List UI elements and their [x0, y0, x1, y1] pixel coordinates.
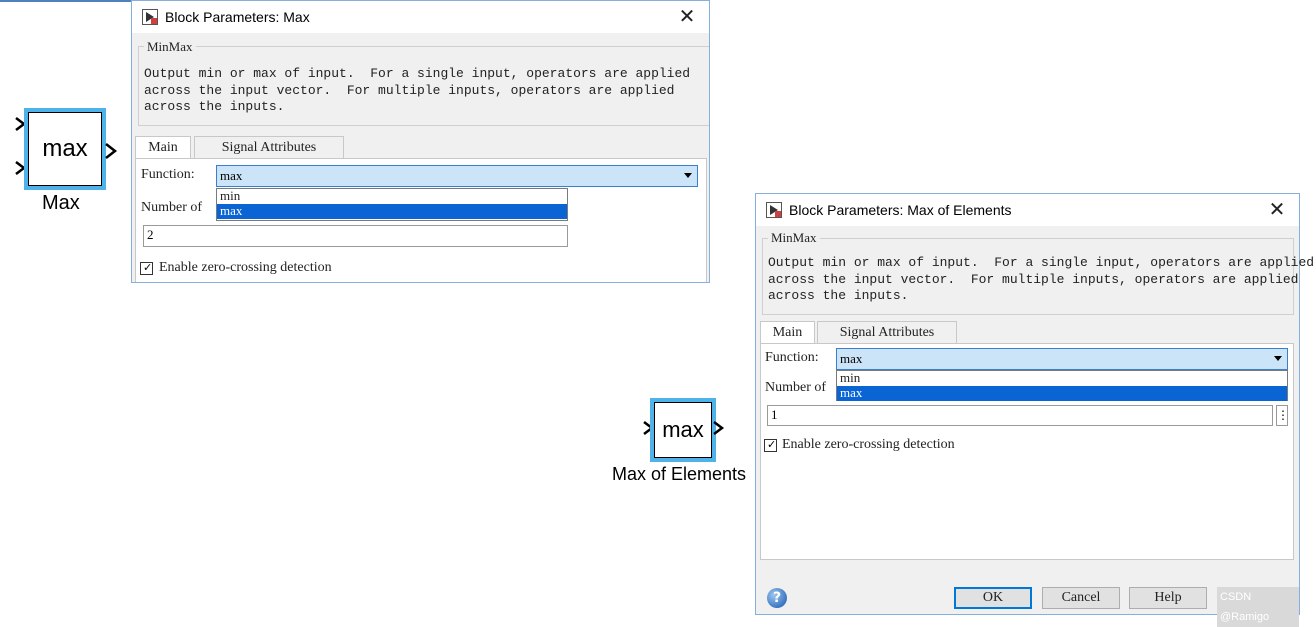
tab-signal-attributes[interactable]: Signal Attributes	[194, 136, 344, 159]
max-block[interactable]: max Max	[14, 108, 124, 218]
number-of-inputs-field[interactable]: 2	[143, 225, 568, 247]
title-bar: Block Parameters: Max ✕	[132, 1, 709, 33]
zero-crossing-checkbox[interactable]: ✓	[764, 439, 777, 452]
function-label: Function:	[765, 350, 819, 365]
function-select-value: max	[840, 351, 863, 366]
zero-crossing-label: Enable zero-crossing detection	[159, 260, 332, 275]
simulink-block-icon	[142, 9, 158, 25]
chevron-down-icon	[684, 173, 692, 178]
group-legend: MinMax	[144, 39, 196, 55]
function-select[interactable]: max	[836, 348, 1288, 370]
simulink-block-icon	[766, 202, 782, 218]
max-block-caption: Max	[42, 192, 80, 214]
max-of-elements-block-caption: Max of Elements	[612, 464, 747, 484]
block-description: Output min or max of input. For a single…	[768, 255, 1315, 303]
dropdown-option-max[interactable]: max	[837, 386, 1287, 401]
function-dropdown-list: min max	[836, 370, 1288, 401]
max-block-text: max	[42, 135, 88, 162]
output-port-icon	[105, 143, 118, 159]
max-of-elements-block-body[interactable]: max	[654, 402, 712, 458]
max-of-elements-block-text: max	[662, 417, 704, 442]
group-legend: MinMax	[768, 230, 820, 246]
function-select[interactable]: max	[216, 165, 698, 187]
max-block-body[interactable]: max	[28, 112, 102, 186]
block-description: Output min or max of input. For a single…	[144, 66, 691, 114]
checkbox-icon: ✓	[143, 261, 153, 274]
dropdown-option-max[interactable]: max	[217, 204, 567, 219]
function-select-value: max	[220, 168, 243, 183]
canvas-top-line	[0, 0, 132, 2]
tab-signal-attributes[interactable]: Signal Attributes	[817, 321, 957, 344]
tab-main[interactable]: Main	[135, 136, 191, 159]
max-of-elements-block[interactable]: max Max of Elements	[612, 398, 757, 488]
chevron-down-icon	[1274, 356, 1282, 361]
number-of-inputs-label: Number of	[765, 380, 827, 395]
more-options-icon[interactable]: ⋮	[1276, 405, 1289, 426]
checkbox-icon: ✓	[767, 438, 777, 451]
input-port-2-icon	[15, 161, 27, 175]
function-label: Function:	[141, 167, 195, 182]
function-dropdown-list: min max	[216, 188, 568, 221]
dialog-title: Block Parameters: Max of Elements	[789, 202, 1012, 218]
zero-crossing-label: Enable zero-crossing detection	[782, 437, 955, 452]
help-button[interactable]: Help	[1129, 587, 1207, 609]
dropdown-option-min[interactable]: min	[217, 189, 567, 204]
close-icon[interactable]: ✕	[677, 5, 697, 27]
watermark: CSDN @Ramigo	[1217, 587, 1299, 627]
zero-crossing-checkbox[interactable]: ✓	[140, 262, 153, 275]
cancel-button[interactable]: Cancel	[1042, 587, 1120, 609]
title-bar: Block Parameters: Max of Elements ✕	[756, 194, 1299, 226]
ok-button[interactable]: OK	[954, 587, 1032, 609]
output-port-icon	[713, 421, 725, 435]
input-port-1-icon	[15, 117, 27, 131]
dialog-title: Block Parameters: Max	[165, 9, 310, 25]
tab-main[interactable]: Main	[760, 321, 815, 344]
close-icon[interactable]: ✕	[1267, 198, 1287, 220]
block-parameters-max-dialog: Block Parameters: Max ✕ MinMax Output mi…	[131, 0, 710, 283]
block-parameters-max-of-elements-dialog: Block Parameters: Max of Elements ✕ MinM…	[755, 193, 1314, 627]
number-of-inputs-label: Number of	[141, 200, 203, 215]
number-of-inputs-field[interactable]: 1	[767, 405, 1273, 426]
dropdown-option-min[interactable]: min	[837, 371, 1287, 386]
help-icon[interactable]: ?	[767, 588, 787, 608]
